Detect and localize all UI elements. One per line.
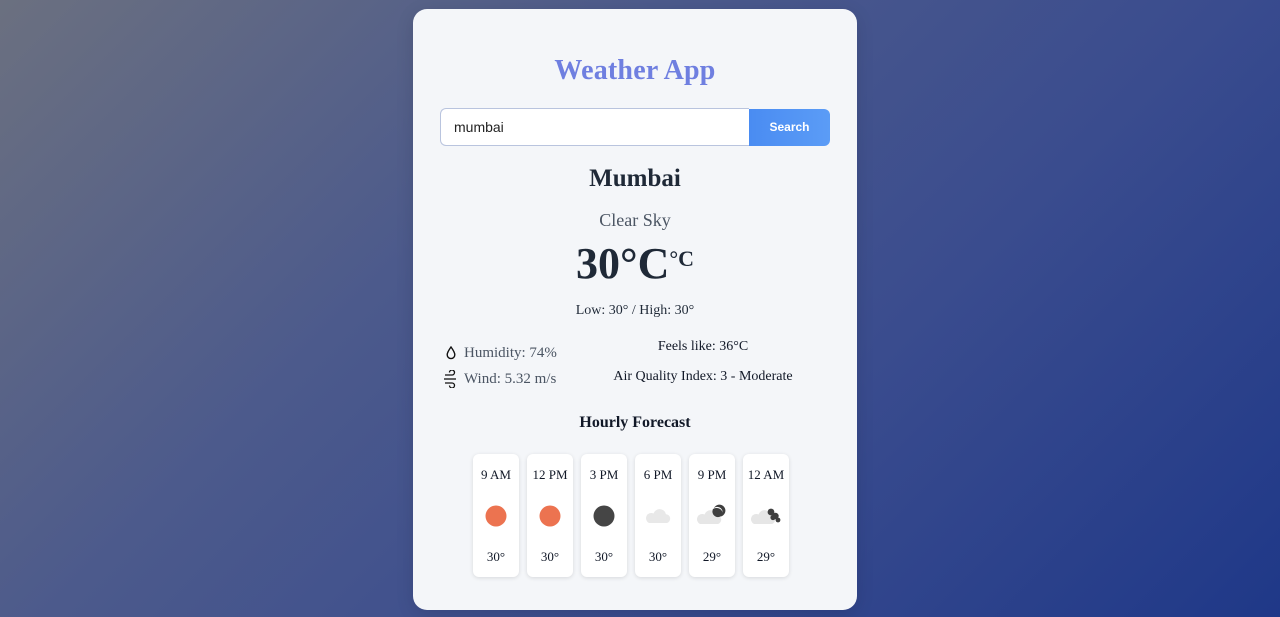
- forecast-time: 12 AM: [747, 467, 785, 482]
- forecast-temp: 29°: [756, 549, 776, 564]
- forecast-temp: 30°: [486, 549, 506, 564]
- forecast-temp: 29°: [702, 549, 722, 564]
- air-quality-index: Air Quality Index: 3 - Moderate: [613, 369, 793, 384]
- forecast-time: 6 PM: [643, 467, 673, 482]
- search-bar: Search: [440, 108, 830, 146]
- wind-icon: [443, 370, 458, 388]
- forecast-temp: 30°: [594, 549, 614, 564]
- forecast-time: 3 PM: [589, 467, 619, 482]
- temperature-unit: °C: [669, 246, 695, 271]
- hourly-forecast-list: 9 AM 30° 12 PM 30° 3 PM 30° 6 PM 30° 9 P…: [473, 454, 789, 577]
- forecast-temp: 30°: [540, 549, 560, 564]
- forecast-time: 9 PM: [697, 467, 727, 482]
- forecast-time: 12 PM: [532, 467, 568, 482]
- cloud-icon: [643, 502, 673, 530]
- humidity-text: Humidity: 74%: [464, 344, 557, 361]
- forecast-item: 3 PM 30°: [581, 454, 627, 577]
- city-name: Mumbai: [589, 165, 681, 192]
- moon-icon: [589, 502, 619, 530]
- forecast-item: 12 AM 29°: [743, 454, 789, 577]
- forecast-item: 9 PM 29°: [689, 454, 735, 577]
- cloud-moon-icon: [696, 502, 727, 530]
- forecast-item: 6 PM 30°: [635, 454, 681, 577]
- forecast-item: 9 AM 30°: [473, 454, 519, 577]
- weather-card: Weather App Search Mumbai Clear Sky 30°C…: [413, 9, 857, 610]
- humidity-row: Humidity: 74%: [443, 340, 557, 366]
- low-high-temperature: Low: 30° / High: 30°: [575, 303, 695, 318]
- forecast-time: 9 AM: [481, 467, 511, 482]
- weather-details-left: Humidity: 74% Wind: 5.32 m/s: [443, 340, 557, 392]
- cloud-night-icon: [750, 502, 781, 530]
- hourly-forecast-title: Hourly Forecast: [579, 414, 691, 431]
- wind-row: Wind: 5.32 m/s: [443, 366, 557, 392]
- current-temperature: 30°C°C: [413, 238, 857, 289]
- wind-text: Wind: 5.32 m/s: [464, 370, 557, 387]
- search-button[interactable]: Search: [749, 108, 830, 146]
- droplet-icon: [443, 344, 458, 362]
- weather-condition: Clear Sky: [599, 210, 671, 230]
- temperature-value: 30°C: [575, 239, 670, 288]
- forecast-temp: 30°: [648, 549, 668, 564]
- feels-like: Feels like: 36°C: [657, 339, 749, 354]
- forecast-item: 12 PM 30°: [527, 454, 573, 577]
- weather-details-right: Feels like: 36°C Air Quality Index: 3 - …: [603, 338, 803, 398]
- city-search-input[interactable]: [440, 108, 749, 146]
- sun-icon: [481, 502, 511, 530]
- sun-icon: [535, 502, 565, 530]
- app-title: Weather App: [554, 55, 716, 86]
